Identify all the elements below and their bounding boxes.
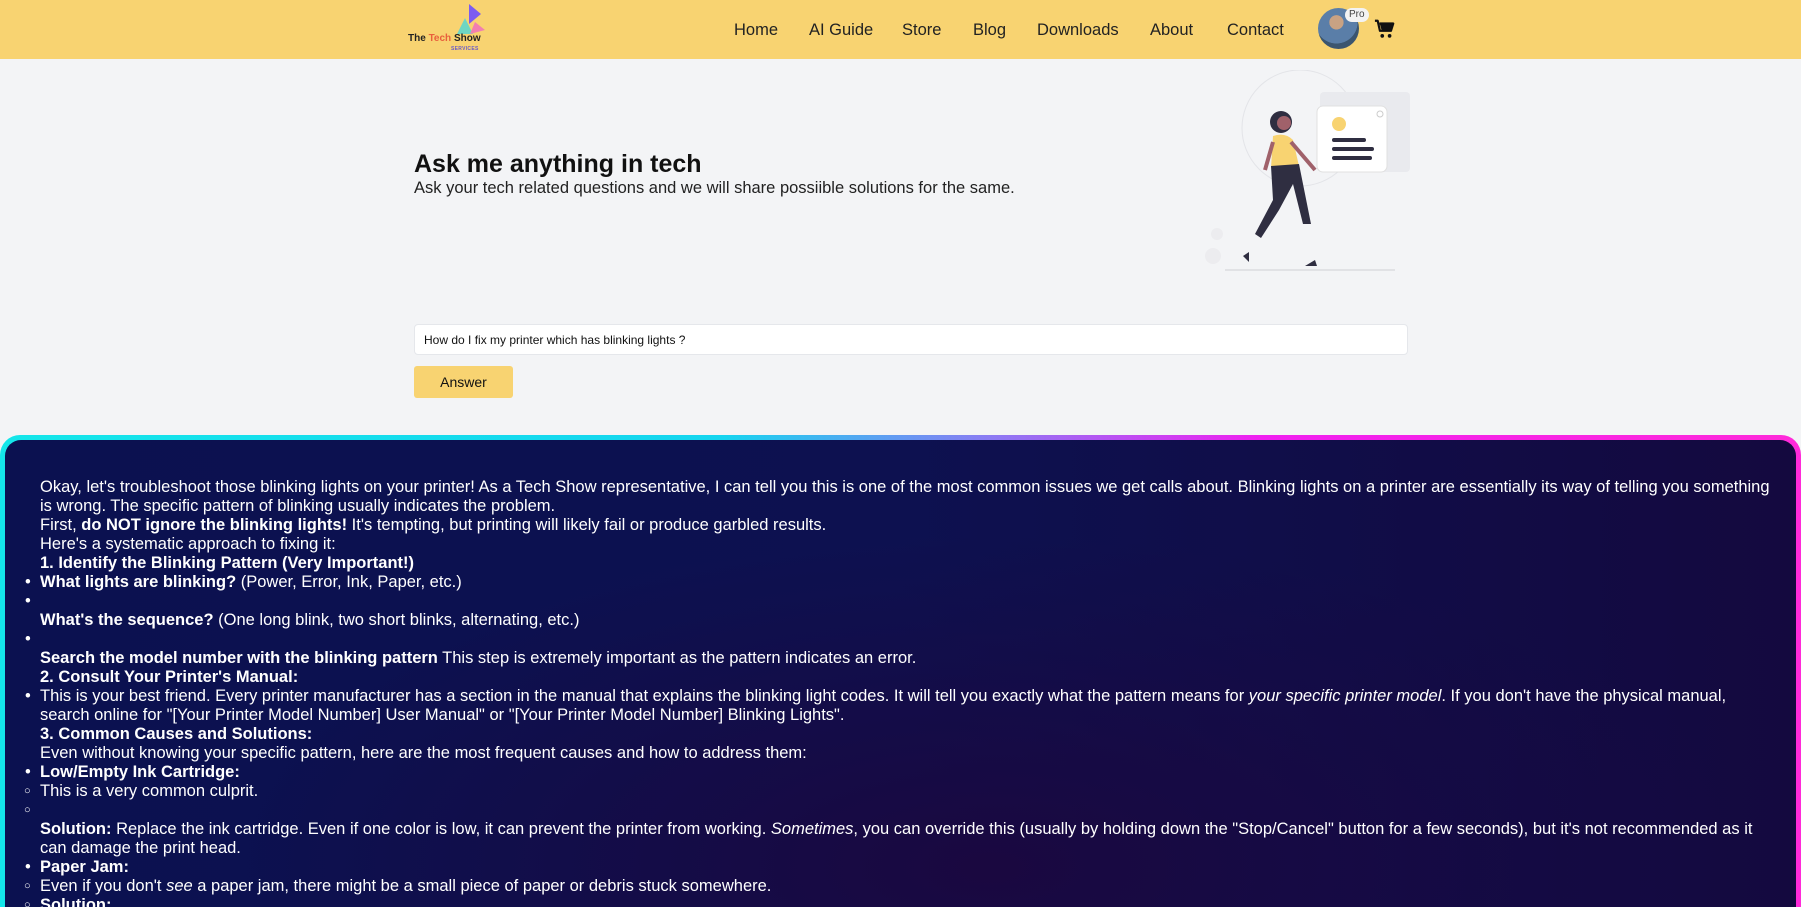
logo-text: The Tech Show: [408, 33, 481, 44]
nav-ai-guide[interactable]: AI Guide: [809, 20, 873, 40]
list-item: Even if you don't see a paper jam, there…: [24, 877, 1770, 896]
logo[interactable]: The Tech Show SERVICES: [407, 4, 503, 54]
list-item: Solution:: [24, 896, 1770, 907]
section-heading-3: 3. Common Causes and Solutions:: [40, 725, 313, 743]
list-item: What's the sequence? (One long blink, tw…: [40, 611, 580, 629]
cause-2-sublist: Even if you don't see a paper jam, there…: [24, 877, 1770, 907]
causes-list: Low/Empty Ink Cartridge:: [25, 763, 1770, 782]
nav-store[interactable]: Store: [902, 20, 941, 40]
nav-blog[interactable]: Blog: [973, 20, 1006, 40]
response-intro: Okay, let's troubleshoot those blinking …: [40, 478, 1770, 515]
person-illustration-icon: [1205, 70, 1410, 271]
manual-list: This is your best friend. Every printer …: [25, 687, 1770, 725]
nav-contact[interactable]: Contact: [1227, 20, 1284, 40]
logo-triangles-icon: [457, 4, 485, 34]
causes-intro: Even without knowing your specific patte…: [40, 744, 807, 762]
response-panel: Okay, let's troubleshoot those blinking …: [0, 435, 1801, 907]
nav-downloads[interactable]: Downloads: [1037, 20, 1119, 40]
list-item: Search the model number with the blinkin…: [40, 649, 917, 667]
list-item-empty: [25, 592, 1770, 611]
nav-about[interactable]: About: [1150, 20, 1193, 40]
top-nav: The Tech Show SERVICES Home AI Guide Sto…: [0, 0, 1801, 59]
list-item: Solution: Replace the ink cartridge. Eve…: [40, 820, 1753, 857]
pro-badge: Pro: [1345, 8, 1369, 22]
response-panel-inner: Okay, let's troubleshoot those blinking …: [5, 440, 1796, 907]
cart-icon[interactable]: [1374, 18, 1396, 40]
list-item-empty: [24, 801, 1770, 820]
causes-list-2: Paper Jam:: [25, 858, 1770, 877]
question-input[interactable]: [414, 324, 1408, 355]
pattern-list: What lights are blinking? (Power, Error,…: [25, 573, 1770, 668]
response-first: First, do NOT ignore the blinking lights…: [40, 516, 827, 534]
section-heading-1: 1. Identify the Blinking Pattern (Very I…: [40, 554, 415, 572]
logo-subtitle: SERVICES: [451, 46, 479, 52]
page-subtitle: Ask your tech related questions and we w…: [414, 179, 1015, 197]
section-heading-2: 2. Consult Your Printer's Manual:: [40, 668, 299, 686]
list-item: What lights are blinking? (Power, Error,…: [25, 573, 1770, 592]
list-item: This is a very common culprit.: [24, 782, 1770, 801]
page-title: Ask me anything in tech: [414, 150, 702, 178]
response-approach: Here's a systematic approach to fixing i…: [40, 535, 336, 553]
answer-button[interactable]: Answer: [414, 366, 513, 398]
list-item: Low/Empty Ink Cartridge:: [25, 763, 1770, 782]
list-item: Paper Jam:: [25, 858, 1770, 877]
list-item-empty: [25, 630, 1770, 649]
list-item: This is your best friend. Every printer …: [25, 687, 1770, 725]
nav-home[interactable]: Home: [734, 20, 778, 40]
ai-response: Okay, let's troubleshoot those blinking …: [24, 478, 1770, 907]
cause-1-sublist: This is a very common culprit. Solution:…: [24, 782, 1770, 858]
